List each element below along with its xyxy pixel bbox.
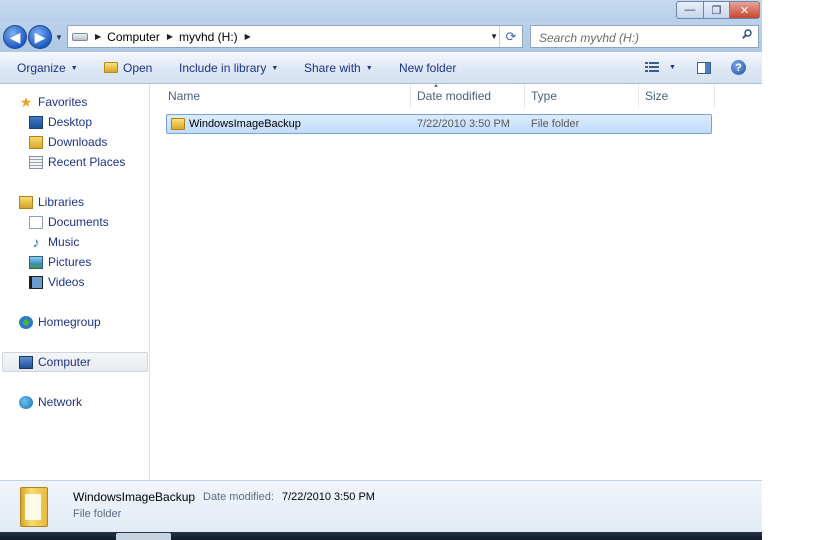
computer-icon bbox=[19, 355, 33, 369]
chevron-down-icon: ▼ bbox=[70, 65, 78, 73]
sidebar-item-libraries[interactable]: Libraries bbox=[0, 192, 169, 212]
sidebar-item-label: Favorites bbox=[38, 95, 88, 109]
view-options-dropdown-icon[interactable]: ▼ bbox=[669, 64, 676, 71]
documents-icon bbox=[29, 215, 43, 229]
file-type: File folder bbox=[531, 118, 580, 130]
music-icon: ♪ bbox=[32, 233, 40, 250]
forward-button[interactable]: ▶ bbox=[28, 25, 52, 49]
column-header-name[interactable]: Name bbox=[162, 84, 411, 108]
address-row: ◀ ▶ ▼ ▶ Computer ▶ myvhd (H:) ▶ ▼ ⟳ bbox=[0, 22, 762, 52]
homegroup-icon bbox=[19, 315, 33, 329]
file-row[interactable]: WindowsImageBackup 7/22/2010 3:50 PM Fil… bbox=[166, 114, 712, 134]
caption-buttons: — ❐ ✕ bbox=[676, 1, 760, 19]
taskbar-button[interactable] bbox=[116, 533, 171, 540]
recent-pages-dropdown-icon[interactable]: ▼ bbox=[55, 33, 63, 42]
explorer-window: — ❐ ✕ ◀ ▶ ▼ ▶ Computer ▶ myvhd (H:) ▶ ▼ … bbox=[0, 0, 762, 540]
details-pane: WindowsImageBackup Date modified: 7/22/2… bbox=[0, 480, 762, 532]
new-folder-button[interactable]: New folder bbox=[399, 61, 456, 75]
chevron-right-icon[interactable]: ▶ bbox=[167, 32, 173, 41]
libraries-icon bbox=[19, 195, 33, 209]
open-button[interactable]: Open bbox=[104, 61, 152, 75]
network-icon bbox=[19, 395, 33, 409]
search-input[interactable] bbox=[537, 27, 741, 48]
details-date-value: 7/22/2010 3:50 PM bbox=[282, 491, 375, 503]
recent-places-icon bbox=[29, 155, 43, 169]
refresh-icon[interactable]: ⟳ bbox=[499, 26, 522, 47]
chevron-right-icon[interactable]: ▶ bbox=[245, 32, 251, 41]
sidebar-item-network[interactable]: Network bbox=[0, 392, 169, 412]
sidebar-item-label: Homegroup bbox=[38, 315, 101, 329]
pictures-icon bbox=[29, 255, 43, 269]
search-icon[interactable] bbox=[742, 29, 752, 39]
details-date-label: Date modified: bbox=[203, 491, 274, 503]
breadcrumb-computer[interactable]: Computer bbox=[107, 30, 160, 44]
drive-icon bbox=[72, 32, 88, 41]
details-name: WindowsImageBackup bbox=[73, 490, 196, 504]
chevron-down-icon: ▼ bbox=[271, 65, 279, 73]
sidebar-item-homegroup[interactable]: Homegroup bbox=[0, 312, 169, 332]
close-button[interactable]: ✕ bbox=[730, 1, 760, 19]
chevron-down-icon: ▼ bbox=[365, 65, 373, 73]
open-label: Open bbox=[123, 61, 153, 75]
sidebar-item-label: Pictures bbox=[48, 255, 92, 269]
sidebar-item-label: Network bbox=[38, 395, 83, 409]
desktop-background bbox=[762, 0, 819, 540]
column-header-date-modified[interactable]: Date modified bbox=[411, 84, 525, 108]
maximize-button[interactable]: ❐ bbox=[704, 1, 730, 19]
share-with-button[interactable]: Share with ▼ bbox=[304, 61, 373, 75]
address-bar[interactable]: ▶ Computer ▶ myvhd (H:) ▶ ▼ ⟳ bbox=[67, 25, 523, 48]
command-bar: Organize ▼ Open Include in library ▼ Share… bbox=[0, 52, 762, 84]
sidebar-item-label: Music bbox=[48, 235, 80, 249]
folder-icon bbox=[171, 118, 185, 130]
include-in-library-button[interactable]: Include in library ▼ bbox=[179, 61, 278, 75]
back-button[interactable]: ◀ bbox=[3, 25, 27, 49]
sidebar-item-label: Desktop bbox=[48, 115, 93, 129]
address-history-dropdown-icon[interactable]: ▼ bbox=[490, 32, 498, 41]
search-box[interactable] bbox=[530, 25, 759, 48]
videos-icon bbox=[29, 275, 43, 289]
sidebar-item-label: Videos bbox=[48, 275, 85, 289]
column-header-size[interactable]: Size bbox=[639, 84, 715, 108]
downloads-icon bbox=[29, 135, 43, 149]
chevron-right-icon[interactable]: ▶ bbox=[95, 32, 101, 41]
folder-icon bbox=[20, 487, 48, 527]
file-date-modified: 7/22/2010 3:50 PM bbox=[417, 118, 510, 130]
share-with-label: Share with bbox=[304, 61, 361, 75]
details-type: File folder bbox=[73, 508, 122, 520]
taskbar bbox=[0, 532, 762, 540]
folder-open-icon bbox=[104, 62, 118, 73]
desktop-icon bbox=[29, 115, 43, 129]
sidebar-item-favorites[interactable]: ★ Favorites bbox=[0, 92, 169, 112]
sidebar-item-label: Recent Places bbox=[48, 155, 126, 169]
sidebar-item-label: Computer bbox=[38, 355, 91, 369]
preview-pane-icon[interactable] bbox=[697, 62, 711, 74]
column-header-type[interactable]: Type bbox=[525, 84, 639, 108]
change-view-icon[interactable] bbox=[645, 61, 659, 73]
include-in-library-label: Include in library bbox=[179, 61, 267, 75]
organize-button[interactable]: Organize ▼ bbox=[17, 61, 78, 75]
new-folder-label: New folder bbox=[399, 61, 457, 75]
sidebar-item-label: Documents bbox=[48, 215, 109, 229]
organize-label: Organize bbox=[17, 61, 66, 75]
file-name: WindowsImageBackup bbox=[189, 118, 301, 130]
file-list: ▲ Name Date modified Type Size WindowsIm… bbox=[150, 83, 762, 480]
navigation-pane: ★ Favorites Desktop Downloads Recent Pla… bbox=[0, 84, 150, 480]
sidebar-item-label: Downloads bbox=[48, 135, 108, 149]
minimize-button[interactable]: — bbox=[676, 1, 704, 19]
breadcrumb-drive[interactable]: myvhd (H:) bbox=[179, 30, 238, 44]
title-bar: — ❐ ✕ bbox=[0, 0, 762, 22]
star-icon: ★ bbox=[19, 93, 33, 110]
help-icon[interactable]: ? bbox=[731, 60, 746, 75]
sidebar-item-label: Libraries bbox=[38, 195, 85, 209]
sidebar-item-computer[interactable]: Computer bbox=[2, 352, 148, 372]
